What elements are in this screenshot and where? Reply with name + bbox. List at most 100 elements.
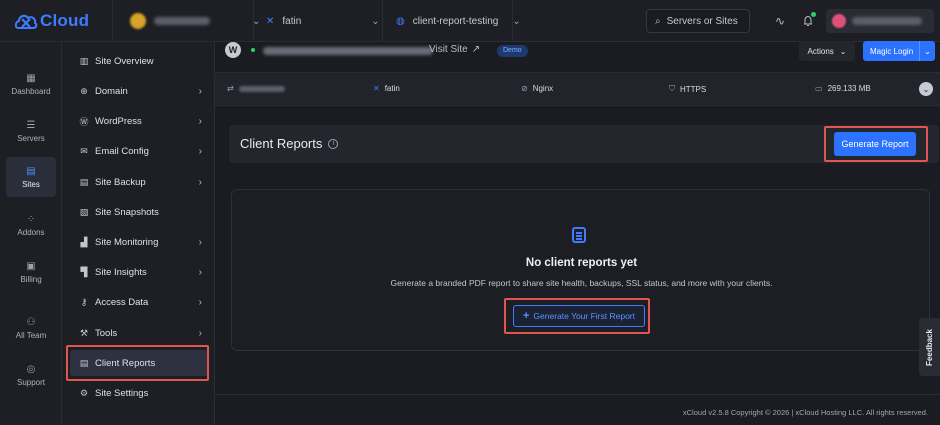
page-title-text: Client Reports: [240, 136, 323, 151]
overview-icon: ▥: [79, 55, 89, 66]
snapshot-icon: ▧: [79, 206, 89, 217]
feedback-label: Feedback: [925, 328, 934, 366]
chevron-down-icon[interactable]: ⌄: [919, 41, 935, 61]
menu-site-insights[interactable]: ▜ Site Insights ›: [70, 259, 208, 285]
ip-icon: ⇄: [227, 84, 234, 93]
page-title: Client Reports i: [240, 136, 339, 151]
team-name-redacted: [154, 17, 210, 25]
visit-site-link[interactable]: Visit Site ↗: [429, 44, 480, 55]
divider: [512, 0, 513, 42]
visit-site-label: Visit Site: [429, 44, 468, 55]
chevron-right-icon: ›: [198, 115, 202, 127]
xcloud-logo[interactable]: Cloud: [14, 10, 89, 32]
team-avatar: [130, 13, 146, 29]
search-placeholder: Servers or Sites: [666, 15, 738, 27]
menu-access-data[interactable]: ⚷ Access Data ›: [70, 289, 208, 315]
nav-support[interactable]: ◎ Support: [6, 355, 56, 395]
menu-label: Site Settings: [95, 387, 149, 399]
nav-addons[interactable]: ⁘ Addons: [6, 205, 56, 245]
site-switcher[interactable]: ◍ client-report-testing ⌄: [396, 10, 521, 32]
menu-label: Tools: [95, 327, 118, 339]
menu-tools[interactable]: ⚒ Tools ›: [70, 320, 208, 346]
server-icon: ✕: [373, 84, 380, 93]
user-name-redacted: [852, 17, 922, 25]
generate-first-report-button[interactable]: + Generate Your First Report: [513, 305, 645, 327]
menu-site-overview[interactable]: ▥ Site Overview: [70, 48, 208, 74]
nav-sites[interactable]: ▤ Sites: [6, 157, 56, 197]
nav-label: Support: [16, 378, 46, 387]
backup-icon: ▤: [79, 176, 89, 187]
site-url-redacted: [263, 47, 433, 55]
expand-chevron-icon[interactable]: ⌄: [919, 82, 933, 96]
billing-icon: ▣: [26, 260, 36, 272]
key-icon: ⚷: [80, 296, 88, 307]
menu-domain[interactable]: ⊕ Domain ›: [70, 78, 208, 104]
menu-site-backup[interactable]: ▤ Site Backup ›: [70, 169, 208, 195]
menu-site-snapshots[interactable]: ▧ Site Snapshots: [70, 199, 208, 225]
top-bar: Cloud ⌄ ✕ fatin ⌄ ◍ client-report-testin…: [0, 0, 940, 42]
chevron-right-icon: ›: [198, 296, 202, 308]
folder-icon: ▭: [815, 84, 823, 93]
globe-icon: ◍: [396, 15, 405, 27]
ssl-info: ⛉ HTTPS: [669, 84, 706, 94]
bell-icon[interactable]: [800, 12, 816, 29]
report-icon: ▤: [79, 357, 89, 368]
team-switcher[interactable]: ⌄: [130, 10, 260, 32]
menu-client-reports[interactable]: ▤ Client Reports: [70, 350, 208, 376]
menu-label: Domain: [95, 85, 128, 97]
nav-all-team[interactable]: ⚇ All Team: [6, 308, 56, 348]
empty-state-description: Generate a branded PDF report to share s…: [390, 278, 773, 288]
domain-icon: ⊕: [80, 85, 88, 96]
nav-label: All Team: [15, 331, 47, 340]
magic-login-label: Magic Login: [870, 46, 914, 56]
nav-label: Dashboard: [11, 87, 51, 96]
search-input[interactable]: ⌕ Servers or Sites: [646, 9, 750, 33]
actions-button[interactable]: Actions ⌄: [799, 41, 855, 61]
nav-dashboard[interactable]: ▦ Dashboard: [6, 64, 56, 104]
monitoring-icon: ▟: [80, 236, 88, 247]
server-switcher[interactable]: ✕ fatin ⌄: [266, 10, 380, 32]
nav-billing[interactable]: ▣ Billing: [6, 252, 56, 292]
demo-badge: Demo: [497, 45, 528, 57]
activity-icon[interactable]: ∿: [772, 13, 788, 29]
wordpress-icon: Ⓦ: [79, 116, 89, 127]
menu-site-monitoring[interactable]: ▟ Site Monitoring ›: [70, 229, 208, 255]
notification-dot: [811, 12, 816, 17]
ip-address: ⇄: [227, 84, 285, 93]
server-info-label: fatin: [384, 84, 400, 93]
feedback-tab[interactable]: Feedback: [919, 318, 940, 376]
footer: xCloud v2.5.8 Copyright © 2026 | xCloud …: [215, 394, 940, 425]
menu-label: Site Snapshots: [95, 206, 159, 218]
nav-servers[interactable]: ☰ Servers: [6, 111, 56, 151]
chevron-down-icon: ⌄: [839, 46, 847, 56]
shield-icon: ⛉: [669, 84, 675, 93]
web-server-info: ⊘ Nginx: [521, 84, 553, 93]
avatar: [832, 14, 846, 28]
chevron-right-icon: ›: [198, 85, 202, 97]
chevron-right-icon: ›: [198, 327, 202, 339]
ssl-label: HTTPS: [680, 84, 707, 94]
menu-label: Email Config: [95, 145, 149, 157]
site-header: W Visit Site ↗ Demo Actions ⌄ Magic Logi…: [215, 41, 940, 62]
divider: [112, 0, 113, 42]
external-link-icon: ↗: [471, 44, 481, 55]
server-name: fatin: [282, 15, 302, 27]
chevron-down-icon: ⌄: [512, 15, 521, 27]
magic-login-button[interactable]: Magic Login ⌄: [863, 41, 935, 61]
document-icon: [572, 227, 586, 243]
server-icon: ☰: [26, 119, 36, 131]
nav-label: Sites: [22, 180, 40, 189]
sites-icon: ▤: [26, 165, 36, 177]
server-info: ✕ fatin: [373, 84, 400, 93]
site-menu: ▥ Site Overview ⊕ Domain › Ⓦ WordPress ›…: [62, 42, 215, 425]
client-reports-header: Client Reports i Generate Report: [229, 125, 939, 163]
menu-email-config[interactable]: ✉ Email Config ›: [70, 138, 208, 164]
chevron-right-icon: ›: [198, 236, 202, 248]
user-menu[interactable]: [826, 9, 934, 33]
info-icon[interactable]: i: [328, 138, 339, 149]
generate-report-button[interactable]: Generate Report: [834, 132, 916, 156]
support-icon: ◎: [26, 363, 36, 375]
site-name: client-report-testing: [412, 15, 499, 27]
menu-site-settings[interactable]: ⚙ Site Settings: [70, 380, 208, 406]
menu-wordpress[interactable]: Ⓦ WordPress ›: [70, 108, 208, 134]
